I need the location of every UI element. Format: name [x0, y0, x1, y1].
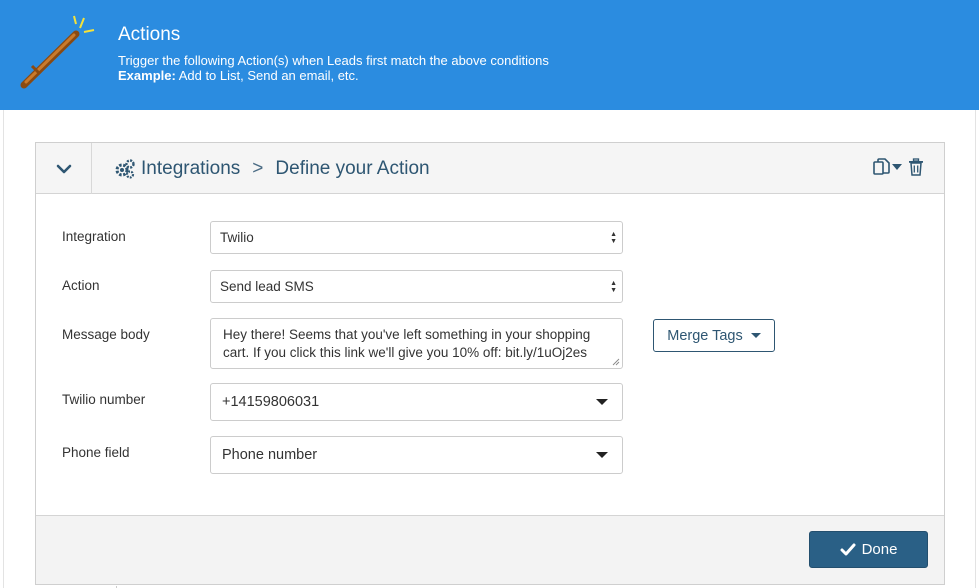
twilio-number-select[interactable]: +14159806031 — [210, 383, 623, 421]
done-button[interactable]: Done — [809, 531, 928, 568]
delete-button[interactable] — [908, 158, 924, 176]
integration-label: Integration — [62, 229, 126, 244]
breadcrumb-separator: > — [252, 157, 264, 179]
twilio-number-label: Twilio number — [62, 392, 146, 407]
banner-example: Example: Add to List, Send an email, etc… — [118, 68, 549, 83]
twilio-number-value: +14159806031 — [222, 394, 320, 410]
phone-field-value: Phone number — [222, 447, 318, 463]
breadcrumb-define-action: Define your Action — [275, 157, 430, 179]
message-body-label: Message body — [62, 327, 150, 342]
message-body-input[interactable]: Hey there! Seems that you've left someth… — [210, 318, 623, 369]
magic-wand-icon — [20, 15, 95, 89]
collapse-button[interactable] — [36, 143, 92, 194]
banner-subtitle: Trigger the following Action(s) when Lea… — [118, 53, 549, 83]
done-label: Done — [861, 541, 898, 558]
left-divider — [3, 110, 4, 588]
banner-line1: Trigger the following Action(s) when Lea… — [118, 53, 549, 68]
panel-footer: Done — [36, 515, 944, 584]
gears-icon — [115, 158, 135, 179]
header-tools — [872, 157, 924, 177]
checkmark-icon — [840, 543, 856, 555]
example-text: Add to List, Send an email, etc. — [175, 68, 359, 83]
copy-menu-button[interactable] — [872, 157, 902, 177]
breadcrumb-integrations[interactable]: Integrations — [141, 158, 240, 180]
action-label: Action — [62, 278, 100, 293]
merge-tags-button[interactable]: Merge Tags — [653, 319, 775, 352]
resize-grip-icon[interactable] — [612, 358, 620, 366]
action-select[interactable]: Send lead SMS ▲ ▼ — [210, 270, 623, 303]
panel-header: Integrations > Define your Action — [36, 143, 944, 194]
breadcrumb: Integrations > Define your Action — [114, 143, 430, 194]
phone-field-label: Phone field — [62, 445, 130, 460]
caret-down-icon — [892, 164, 902, 170]
message-body-value: Hey there! Seems that you've left someth… — [223, 327, 591, 360]
example-label: Example: — [118, 68, 176, 83]
updown-arrows-icon: ▲ ▼ — [610, 279, 617, 294]
copy-icon — [873, 158, 890, 175]
caret-down-icon — [596, 399, 608, 405]
action-value: Send lead SMS — [220, 279, 314, 294]
right-divider — [975, 110, 976, 588]
caret-down-icon — [750, 333, 761, 338]
merge-tags-label: Merge Tags — [667, 327, 743, 344]
integration-select[interactable]: Twilio ▲ ▼ — [210, 221, 623, 254]
integration-value: Twilio — [220, 230, 254, 245]
updown-arrows-icon: ▲ ▼ — [610, 230, 617, 245]
chevron-down-icon — [56, 164, 71, 173]
trash-icon — [909, 158, 923, 176]
caret-down-icon — [596, 452, 608, 458]
actions-banner: Actions Trigger the following Action(s) … — [0, 0, 979, 110]
phone-field-select[interactable]: Phone number — [210, 436, 623, 474]
banner-title: Actions — [118, 24, 181, 45]
action-panel: Integrations > Define your Action Integr… — [35, 142, 945, 585]
